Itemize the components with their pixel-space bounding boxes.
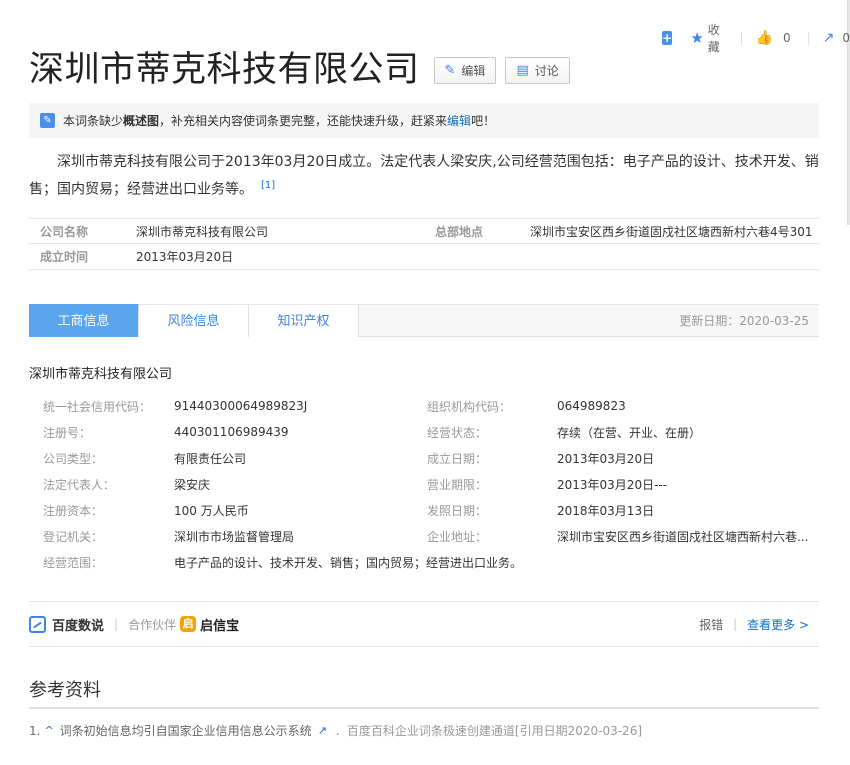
detail-value: 梁安庆 bbox=[174, 477, 211, 492]
scope-label: 经营范围： bbox=[43, 555, 104, 570]
notice-missing: 概述图 bbox=[123, 114, 160, 128]
company-name-heading: 深圳市蒂克科技有限公司 bbox=[29, 367, 173, 382]
tab-risk-info[interactable]: 风险信息 bbox=[139, 304, 249, 337]
page-title: 深圳市蒂克科技有限公司 bbox=[29, 50, 420, 90]
detail-label: 发照日期： bbox=[427, 503, 488, 518]
detail-row: 经营范围： 电子产品的设计、技术开发、销售；国内贸易；经营进出口业务。 bbox=[43, 549, 818, 575]
founded-label: 成立时间 bbox=[40, 250, 89, 264]
detail-label: 经营状态： bbox=[427, 425, 488, 440]
thumbs-up-icon[interactable]: 👍 bbox=[756, 30, 773, 46]
detail-value: 440301106989439 bbox=[174, 425, 289, 439]
partner-label: 合作伙伴 bbox=[128, 617, 177, 632]
detail-row: 公司类型： 有限责任公司 成立日期： 2013年03月20日 bbox=[43, 445, 818, 471]
jump-up-icon[interactable]: ^ bbox=[44, 724, 53, 737]
detail-value: 064989823 bbox=[557, 399, 626, 413]
references-title: 参考资料 bbox=[29, 680, 101, 701]
top-toolbar: + ★ 收藏 | 👍 0 | ↗ 0 bbox=[662, 23, 850, 54]
chart-icon bbox=[29, 615, 46, 633]
baidu-logo-text: 百度数说 bbox=[52, 618, 105, 634]
update-date: 更新日期：2020-03-25 bbox=[359, 304, 819, 336]
detail-value[interactable]: 深圳市宝安区西乡街道固戍社区塘西新村六巷... bbox=[557, 528, 818, 545]
report-error-link[interactable]: 报错 bbox=[699, 616, 723, 633]
detail-label: 法定代表人： bbox=[43, 477, 116, 492]
divider: | bbox=[114, 617, 119, 631]
business-details: 统一社会信用代码： 91440300064989823J 组织机构代码： 064… bbox=[43, 393, 818, 575]
baidu-shuoshuo-logo[interactable]: 百度数说 bbox=[29, 615, 104, 634]
share-icon[interactable]: ↗ bbox=[823, 30, 835, 46]
detail-value: 100 万人民币 bbox=[174, 503, 249, 518]
detail-label: 注册号： bbox=[43, 425, 92, 440]
detail-label: 注册资本： bbox=[43, 503, 104, 518]
divider: | bbox=[733, 617, 738, 631]
basic-info-row: 成立时间 2013年03月20日 bbox=[29, 244, 819, 270]
detail-value: 2013年03月20日--- bbox=[557, 477, 668, 492]
reference-link[interactable]: [1] bbox=[261, 180, 275, 191]
company-name-value: 深圳市蒂克科技有限公司 bbox=[136, 224, 269, 239]
source-actions: 报错 | 查看更多 > bbox=[699, 616, 819, 633]
info-tabs: 工商信息 风险信息 知识产权 更新日期：2020-03-25 bbox=[29, 304, 819, 337]
founded-value: 2013年03月20日 bbox=[136, 250, 234, 264]
notice-prefix: 本词条缺少 bbox=[63, 114, 124, 128]
like-count: 0 bbox=[782, 31, 791, 45]
company-name-label: 公司名称 bbox=[40, 224, 89, 239]
detail-label: 公司类型： bbox=[43, 451, 104, 466]
comment-icon: ▤ bbox=[516, 62, 529, 78]
detail-label: 统一社会信用代码： bbox=[43, 399, 152, 414]
qixinbao-logo[interactable]: 启 启信宝 bbox=[180, 615, 239, 634]
qixinbao-icon: 启 bbox=[180, 616, 197, 632]
detail-value: 91440300064989823J bbox=[174, 399, 308, 413]
title-row: 深圳市蒂克科技有限公司 ✎ 编辑 ▤ 讨论 bbox=[29, 48, 570, 92]
detail-row: 法定代表人： 梁安庆 营业期限： 2013年03月20日--- bbox=[43, 471, 818, 497]
view-more-link[interactable]: 查看更多 > bbox=[747, 616, 809, 633]
detail-value: 有限责任公司 bbox=[174, 451, 247, 466]
notice-middle: ，补充相关内容使词条更完整，还能快速升级，赶紧来 bbox=[159, 114, 448, 128]
summary-paragraph: 深圳市蒂克科技有限公司于2013年03月20日成立。法定代表人梁安庆,公司经营范… bbox=[29, 151, 819, 202]
pencil-icon: ✎ bbox=[40, 113, 55, 128]
detail-label: 成立日期： bbox=[427, 451, 488, 466]
discuss-button[interactable]: ▤ 讨论 bbox=[505, 56, 570, 84]
edit-button-label: 编辑 bbox=[461, 63, 486, 78]
tab-business-info[interactable]: 工商信息 bbox=[29, 304, 139, 337]
detail-row: 注册资本： 100 万人民币 发照日期： 2018年03月13日 bbox=[43, 497, 818, 523]
star-icon[interactable]: ★ bbox=[690, 29, 703, 47]
detail-label: 登记机关： bbox=[43, 529, 104, 544]
notice-bar: ✎ 本词条缺少 概述图 ，补充相关内容使词条更完整，还能快速升级，赶紧来 编辑 … bbox=[29, 103, 819, 138]
external-link-icon[interactable]: ↗ bbox=[318, 724, 327, 737]
hq-value: 深圳市宝安区西乡街道固戍社区塘西新村六巷4号301 bbox=[530, 224, 813, 239]
divider bbox=[29, 707, 819, 709]
detail-value: 2013年03月20日 bbox=[557, 451, 655, 466]
favorite-button[interactable]: 收藏 bbox=[708, 21, 726, 55]
detail-value: 深圳市市场监督管理局 bbox=[174, 529, 295, 544]
basic-info-table: 公司名称 深圳市蒂克科技有限公司 总部地点 深圳市宝安区西乡街道固戍社区塘西新村… bbox=[29, 218, 819, 270]
qixinbao-logo-text: 启信宝 bbox=[200, 618, 240, 634]
share-count: 0 bbox=[842, 31, 850, 45]
hq-label: 总部地点 bbox=[435, 224, 484, 239]
discuss-button-label: 讨论 bbox=[534, 63, 559, 78]
detail-row: 登记机关： 深圳市市场监督管理局 企业地址： 深圳市宝安区西乡街道固戍社区塘西新… bbox=[43, 523, 818, 549]
basic-info-row: 公司名称 深圳市蒂克科技有限公司 总部地点 深圳市宝安区西乡街道固戍社区塘西新村… bbox=[29, 218, 819, 244]
tab-intellectual-property[interactable]: 知识产权 bbox=[249, 304, 359, 337]
detail-row: 注册号： 440301106989439 经营状态： 存续（在营、开业、在册） bbox=[43, 419, 818, 445]
reference-meta: ．百度百科企业词条极速创建通道[引用日期2020-03-26] bbox=[334, 724, 643, 738]
detail-label: 组织机构代码： bbox=[427, 399, 512, 414]
detail-row: 统一社会信用代码： 91440300064989823J 组织机构代码： 064… bbox=[43, 393, 818, 419]
detail-label: 企业地址： bbox=[427, 529, 488, 544]
divider: | bbox=[739, 31, 744, 45]
summary-text: 深圳市蒂克科技有限公司于2013年03月20日成立。法定代表人梁安庆,公司经营范… bbox=[29, 154, 819, 198]
reference-text[interactable]: 词条初始信息均引自国家企业信用信息公示系统 bbox=[60, 722, 312, 739]
divider: | bbox=[806, 31, 811, 45]
reference-number: 1. bbox=[29, 723, 41, 738]
notice-suffix: 吧！ bbox=[471, 114, 496, 128]
detail-value: 2018年03月13日 bbox=[557, 503, 655, 518]
pencil-icon: ✎ bbox=[444, 62, 456, 78]
data-source-bar: 百度数说 | 合作伙伴 启 启信宝 报错 | 查看更多 > bbox=[29, 601, 819, 647]
add-icon[interactable]: + bbox=[662, 31, 673, 45]
detail-value: 存续（在营、开业、在册） bbox=[557, 425, 702, 440]
reference-item: 1. ^ 词条初始信息均引自国家企业信用信息公示系统 ↗ ．百度百科企业词条极速… bbox=[29, 722, 642, 739]
scope-value: 电子产品的设计、技术开发、销售；国内贸易；经营进出口业务。 bbox=[174, 555, 523, 570]
detail-label: 营业期限： bbox=[427, 477, 488, 492]
notice-edit-link[interactable]: 编辑 bbox=[447, 112, 471, 129]
edit-button[interactable]: ✎ 编辑 bbox=[433, 56, 497, 84]
